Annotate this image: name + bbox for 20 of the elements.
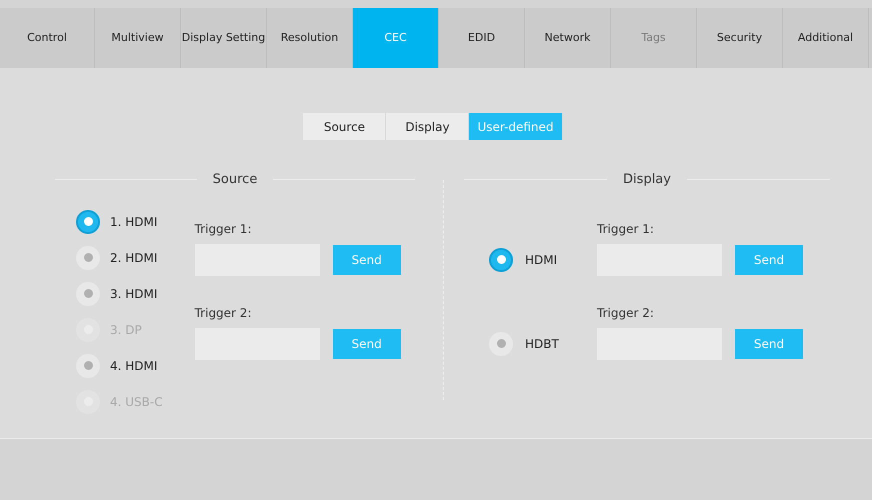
radio-button[interactable] [76,246,100,270]
radio-button[interactable] [76,282,100,306]
port-label: HDBT [525,336,559,352]
segment-tab[interactable]: Source [303,113,386,140]
port-label: 1. HDMI [110,214,158,230]
radio-button[interactable] [489,332,513,356]
radio-button[interactable] [489,248,513,272]
port-label: HDMI [525,252,558,268]
section-title: Display [623,171,671,189]
segment-tab[interactable]: Display [386,113,470,140]
trigger-label: Trigger 1: [597,220,654,238]
port-label: 2. HDMI [110,250,158,266]
radio-button[interactable] [76,210,100,234]
trigger-label: Trigger 2: [194,304,252,322]
radio-button[interactable] [76,354,100,378]
trigger-label: Trigger 2: [597,304,654,322]
port-label: 3. HDMI [110,286,158,302]
trigger-label: Trigger 1: [194,220,252,238]
section-title: Source [212,171,258,189]
port-label: 4. HDMI [110,358,158,374]
